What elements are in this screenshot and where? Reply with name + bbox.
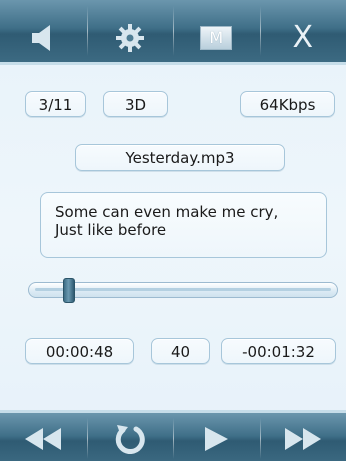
lyrics-line-2: Just like before [55, 221, 167, 239]
speaker-icon [32, 25, 51, 51]
repeat-icon [115, 424, 145, 454]
mode-button[interactable]: M [173, 0, 260, 62]
effect-button[interactable]: 3D [103, 91, 168, 117]
repeat-button[interactable] [86, 413, 174, 461]
lyrics-box: Some can even make me cry, Just like bef… [40, 192, 327, 258]
close-icon: X [292, 20, 314, 55]
track-position: 3/11 [25, 91, 86, 117]
transport-bar [0, 410, 346, 461]
fast-forward-icon [284, 427, 321, 450]
fast-forward-button[interactable] [259, 413, 346, 461]
music-player: M X 3/11 3D 64Kbps Yesterday.mp3 Some ca… [0, 0, 346, 461]
m-icon: M [200, 26, 233, 50]
remaining-time: -00:01:32 [221, 338, 336, 364]
top-toolbar: M X [0, 0, 346, 65]
lyrics-line-1: Some can even make me cry, [55, 203, 279, 221]
play-icon [205, 426, 229, 451]
gear-icon [115, 24, 144, 52]
settings-button[interactable] [86, 0, 174, 62]
bitrate-label: 64Kbps [240, 91, 335, 117]
filename-label: Yesterday.mp3 [75, 144, 285, 171]
rewind-icon [25, 427, 62, 450]
play-button[interactable] [173, 413, 260, 461]
rewind-button[interactable] [0, 413, 87, 461]
progress-slider-thumb[interactable] [62, 278, 75, 303]
volume-level: 40 [151, 338, 210, 364]
close-button[interactable]: X [259, 0, 346, 62]
volume-button[interactable] [0, 0, 87, 62]
elapsed-time: 00:00:48 [25, 338, 134, 364]
